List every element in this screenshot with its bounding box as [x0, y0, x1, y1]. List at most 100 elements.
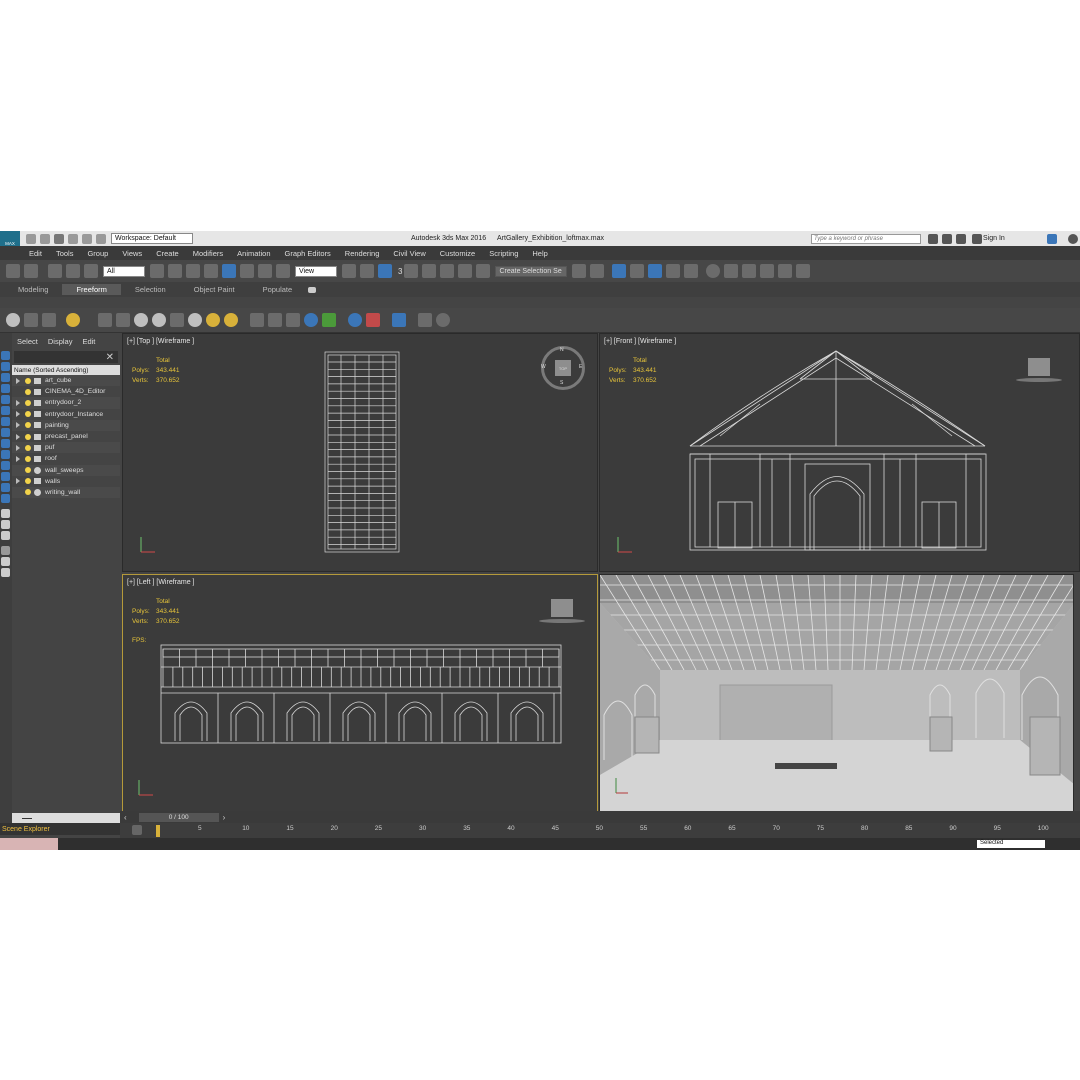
angle-snap-icon[interactable]	[422, 264, 437, 278]
question-icon[interactable]	[436, 313, 450, 327]
select-and-rotate-icon[interactable]	[240, 264, 254, 278]
toggle-layer-explorer-icon[interactable]	[630, 264, 645, 278]
rendered-frame-window-icon[interactable]	[742, 264, 757, 278]
render-production-icon[interactable]	[760, 264, 775, 278]
open-file-icon[interactable]	[40, 233, 50, 244]
explorer-item[interactable]: CINEMA_4D_Editor	[12, 386, 120, 397]
expand-arrow-icon[interactable]	[16, 455, 20, 462]
project-folder-icon[interactable]	[96, 233, 106, 244]
expand-arrow-icon[interactable]	[16, 411, 20, 418]
menu-modifiers[interactable]: Modifiers	[186, 249, 230, 258]
menu-edit[interactable]: Edit	[22, 249, 49, 258]
panel-options-icon[interactable]	[418, 313, 432, 327]
explorer-item[interactable]: entrydoor_2	[12, 397, 120, 409]
light-bulb-icon[interactable]	[25, 388, 31, 395]
viewcube-left[interactable]	[551, 599, 573, 617]
particle-system-icon[interactable]	[268, 313, 282, 327]
star-icon[interactable]	[956, 233, 966, 244]
display-hidden-icon[interactable]	[1, 494, 10, 503]
toggle-scene-explorer-icon[interactable]	[612, 264, 627, 278]
display-groups-icon[interactable]	[1, 439, 10, 448]
menu-views[interactable]: Views	[115, 249, 149, 258]
help-icon[interactable]	[1068, 233, 1078, 244]
time-marker[interactable]	[156, 825, 160, 837]
mini-curve-editor-icon[interactable]	[132, 825, 142, 835]
display-bones-icon[interactable]	[1, 461, 10, 470]
display-containers-icon[interactable]	[1, 472, 10, 481]
unlink-icon[interactable]	[66, 264, 80, 278]
tab-modeling[interactable]: Modeling	[4, 284, 62, 295]
display-none-icon[interactable]	[1, 351, 10, 360]
explorer-item[interactable]: writing_wall	[12, 486, 120, 499]
menu-customize[interactable]: Customize	[433, 249, 482, 258]
viewport-left[interactable]: [+] [Left ] [Wireframe ] Total Polys: 343…	[122, 574, 598, 812]
explorer-column-header[interactable]: Name (Sorted Ascending)	[12, 365, 120, 375]
create-shapes-icon[interactable]	[24, 313, 38, 327]
select-none-icon[interactable]	[1, 568, 10, 577]
scene-explorer-dropdown[interactable]: Scene Explorer	[0, 823, 120, 835]
selection-filter-dropdown[interactable]: All	[103, 265, 145, 277]
viewport-label-left[interactable]: [+] [Left ] [Wireframe ]	[127, 579, 195, 586]
select-by-name-icon[interactable]	[168, 264, 182, 278]
pivot-point-icon[interactable]	[342, 264, 356, 278]
light-bulb-icon[interactable]	[25, 478, 31, 485]
expand-arrow-icon[interactable]	[16, 422, 20, 429]
cone-primitive-icon[interactable]	[188, 313, 202, 327]
render-iterative-icon[interactable]	[778, 264, 793, 278]
close-icon[interactable]: ✕	[106, 352, 114, 363]
viewport-front[interactable]: [+] [Front ] [Wireframe ] Total Polys: 34…	[599, 333, 1080, 572]
filter-icon[interactable]	[1, 546, 10, 555]
snaps-toggle-icon[interactable]	[404, 264, 419, 278]
time-next-icon[interactable]: ›	[223, 813, 226, 822]
globe-icon[interactable]	[304, 313, 318, 327]
color-dots-icon[interactable]	[366, 313, 380, 327]
display-lights-icon[interactable]	[1, 395, 10, 404]
redo-icon[interactable]	[82, 233, 92, 244]
menu-rendering[interactable]: Rendering	[338, 249, 387, 258]
selection-set-field[interactable]: Selected	[977, 840, 1045, 848]
explorer-item[interactable]: precast_panel	[12, 431, 120, 442]
display-xrefs-icon[interactable]	[1, 450, 10, 459]
explorer-tab-edit[interactable]: Edit	[77, 337, 100, 346]
binoculars-icon[interactable]	[928, 233, 938, 244]
named-selection-set-dropdown[interactable]: Create Selection Se	[495, 265, 568, 277]
menu-civil-view[interactable]: Civil View	[386, 249, 432, 258]
explorer-item[interactable]: painting	[12, 419, 120, 431]
new-file-icon[interactable]	[26, 233, 36, 244]
display-geometry-icon[interactable]	[1, 373, 10, 382]
workspace-dropdown[interactable]: Workspace: Default	[111, 233, 193, 244]
undo-icon[interactable]	[68, 233, 78, 244]
mesh-tool-icon[interactable]	[286, 313, 300, 327]
align-icon[interactable]	[590, 264, 605, 278]
menu-help[interactable]: Help	[525, 249, 554, 258]
viewport-top[interactable]: [+] [Top ] [Wireframe ] Total Polys: 343.…	[122, 333, 598, 572]
light-bulb-icon[interactable]	[25, 422, 31, 429]
explorer-item[interactable]: entrydoor_Instance	[12, 409, 120, 420]
expand-arrow-icon[interactable]	[16, 444, 20, 451]
maxscript-listener[interactable]	[0, 838, 58, 850]
create-geometry-icon[interactable]	[6, 313, 20, 327]
snaps-3-label[interactable]: 3	[398, 267, 402, 276]
user-icon[interactable]	[972, 233, 982, 244]
save-icon[interactable]	[54, 233, 64, 244]
explorer-item[interactable]: art_cube	[12, 375, 120, 387]
display-children-icon[interactable]	[1, 509, 10, 518]
menu-tools[interactable]: Tools	[49, 249, 81, 258]
render-setup-icon[interactable]	[724, 264, 739, 278]
time-prev-icon[interactable]: ‹	[124, 813, 127, 822]
expand-arrow-icon[interactable]	[16, 399, 20, 406]
tab-freeform[interactable]: Freeform	[62, 284, 121, 295]
display-dependents-icon[interactable]	[1, 531, 10, 540]
select-object-icon[interactable]	[150, 264, 164, 278]
spinner-snap-icon[interactable]	[458, 264, 473, 278]
create-lights-icon[interactable]	[42, 313, 56, 327]
container-icon[interactable]	[98, 313, 112, 327]
select-and-scale-icon[interactable]	[258, 264, 272, 278]
light-bulb-icon[interactable]	[25, 377, 31, 384]
light-bulb-icon[interactable]	[25, 455, 31, 462]
display-influences-icon[interactable]	[1, 520, 10, 529]
menu-graph-editors[interactable]: Graph Editors	[278, 249, 338, 258]
light-bulb-icon[interactable]	[25, 467, 31, 474]
toggle-ribbon-icon[interactable]	[648, 264, 663, 278]
display-frozen-icon[interactable]	[1, 483, 10, 492]
